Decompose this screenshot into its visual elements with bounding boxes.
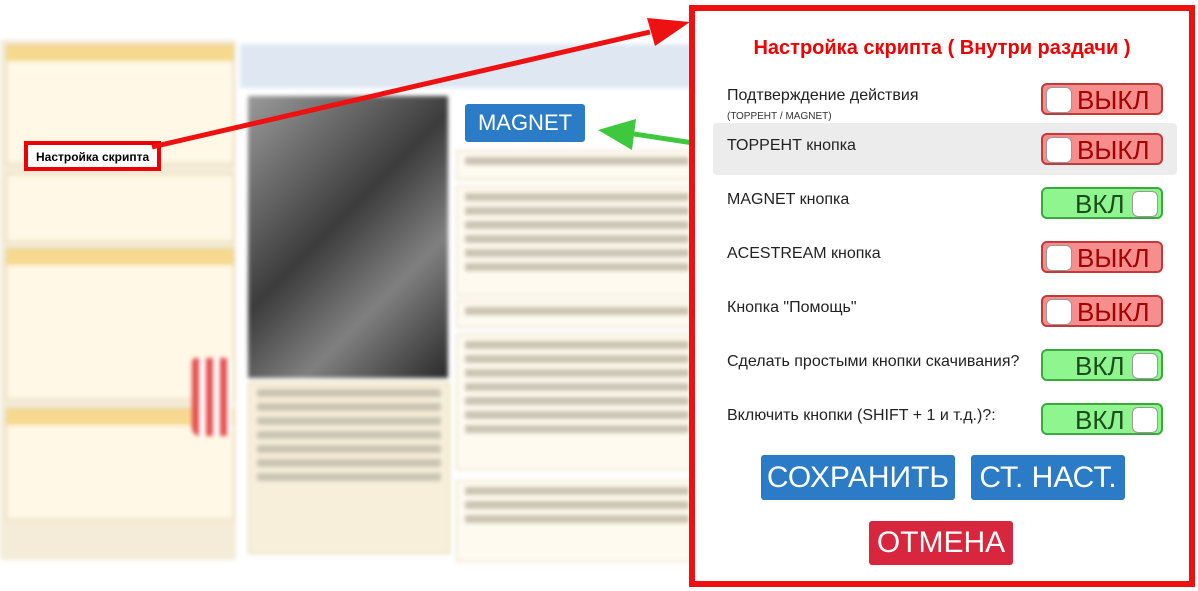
bg-info-block (456, 480, 698, 562)
setting-label: Кнопка "Помощь" (727, 299, 857, 316)
modal-title: Настройка скрипта ( Внутри раздачи ) (753, 37, 1131, 59)
save-button[interactable]: СОХРАНИТЬ (761, 455, 955, 500)
bg-info-block (456, 150, 698, 180)
toggle-state: ВЫКЛ (1077, 135, 1150, 165)
bg-sidebar (0, 40, 236, 560)
toggle-magnet-button[interactable]: ВКЛ (1041, 187, 1163, 219)
toggle-help-button[interactable]: ВЫКЛ (1041, 295, 1163, 327)
script-settings-modal: Настройка скрипта ( Внутри раздачи ) Под… (689, 5, 1195, 587)
toggle-state: ВКЛ (1075, 189, 1125, 219)
toggle-torrent-button[interactable]: ВЫКЛ (1041, 133, 1163, 165)
setting-row-torrent-button: ТОРРЕНТ кнопка ВЫКЛ (713, 123, 1177, 175)
setting-row-help-button: Кнопка "Помощь" ВЫКЛ (713, 285, 1177, 337)
setting-label: ТОРРЕНТ кнопка (727, 137, 856, 154)
blurred-background-page (0, 0, 708, 591)
script-settings-link[interactable]: Настройка скрипта (36, 150, 149, 164)
bg-page-title (240, 44, 708, 88)
bg-info-block (456, 186, 698, 296)
setting-label: Подтверждение действия (727, 87, 919, 104)
setting-row-acestream-button: ACESTREAM кнопка ВЫКЛ (713, 231, 1177, 283)
bg-poster-image (248, 96, 448, 378)
script-settings-link-highlight[interactable]: Настройка скрипта (24, 141, 161, 171)
toggle-knob (1046, 87, 1072, 113)
setting-label: Включить кнопки (SHIFT + 1 и т.д.)?: (727, 407, 996, 424)
bg-info-block (456, 300, 698, 328)
setting-row-magnet-button: MAGNET кнопка ВКЛ (713, 177, 1177, 229)
toggle-state: ВЫКЛ (1077, 297, 1150, 327)
setting-row-simple-download-buttons: Сделать простыми кнопки скачивания? ВКЛ (713, 339, 1177, 391)
setting-label: MAGNET кнопка (727, 191, 850, 208)
toggle-knob (1046, 137, 1072, 163)
popcorn-image (192, 358, 232, 436)
toggle-knob (1132, 191, 1158, 217)
toggle-knob (1046, 299, 1072, 325)
toggle-shift-hotkeys[interactable]: ВКЛ (1041, 403, 1163, 435)
cancel-button[interactable]: ОТМЕНА (869, 521, 1013, 565)
toggle-knob (1132, 353, 1158, 379)
toggle-state: ВЫКЛ (1077, 85, 1150, 115)
setting-row-shift-hotkeys: Включить кнопки (SHIFT + 1 и т.д.)?: ВКЛ (713, 393, 1177, 445)
bg-sidebar-box (6, 174, 234, 242)
toggle-state: ВКЛ (1075, 405, 1125, 435)
toggle-state: ВКЛ (1075, 351, 1125, 381)
setting-label: ACESTREAM кнопка (727, 245, 881, 262)
toggle-simple-download-buttons[interactable]: ВКЛ (1041, 349, 1163, 381)
toggle-knob (1046, 245, 1072, 271)
reset-defaults-button[interactable]: СТ. НАСТ. (971, 455, 1125, 500)
toggle-acestream-button[interactable]: ВЫКЛ (1041, 241, 1163, 273)
toggle-knob (1132, 407, 1158, 433)
magnet-button[interactable]: MAGNET (465, 104, 585, 142)
setting-row-confirm-action: Подтверждение действия (ТОРРЕНТ / MAGNET… (713, 73, 1177, 125)
toggle-confirm-action[interactable]: ВЫКЛ (1041, 83, 1163, 115)
toggle-state: ВЫКЛ (1077, 243, 1150, 273)
bg-poster-panel (248, 382, 450, 554)
setting-sublabel: (ТОРРЕНТ / MAGNET) (727, 111, 832, 122)
bg-info-block (456, 334, 698, 470)
setting-label: Сделать простыми кнопки скачивания? (727, 353, 1020, 370)
